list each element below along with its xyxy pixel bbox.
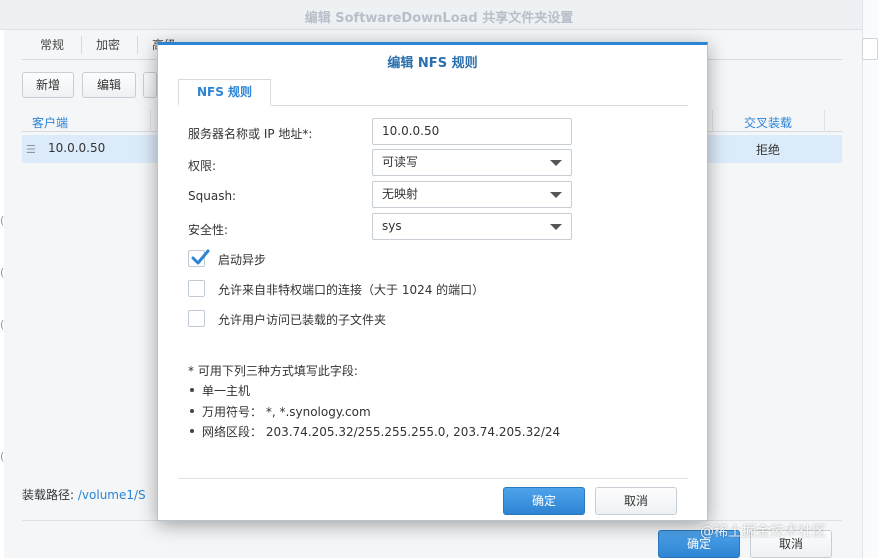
bullet-dot	[190, 388, 194, 392]
left-edge-glyph: (	[0, 318, 5, 331]
bullet-dot	[190, 409, 194, 413]
async-label: 启动异步	[218, 253, 267, 267]
add-button[interactable]: 新增	[22, 72, 74, 98]
subfolder-checkbox[interactable]	[188, 310, 205, 327]
checkmark-icon	[191, 249, 210, 265]
column-cross-mount[interactable]: 交叉装载	[744, 114, 792, 131]
security-label: 安全性:	[188, 223, 229, 237]
left-edge-glyph: (	[0, 450, 5, 463]
privilege-value: 可读写	[382, 155, 419, 169]
drag-handle-icon[interactable]: ☰	[26, 143, 36, 156]
dialog-tabbar: NFS 规则	[178, 79, 688, 106]
nonpriv-port-checkbox[interactable]	[188, 280, 205, 297]
squash-select[interactable]: 无映射	[372, 181, 572, 208]
hint-bullet-text: 网络区段： 203.74.205.32/255.255.255.0, 203.7…	[202, 425, 561, 439]
tab-separator	[137, 36, 138, 54]
left-edge-glyph: (	[0, 266, 5, 279]
hint-bullet: 万用符号： *, *.synology.com	[190, 403, 371, 420]
hint-bullet: 单一主机	[190, 382, 251, 399]
watermark: @稀土掘金技术社区	[700, 524, 826, 540]
toolbar-button-partial[interactable]	[143, 72, 157, 98]
cell-client: 10.0.0.50	[48, 141, 106, 155]
hint-bullet-text: 单一主机	[202, 384, 251, 398]
left-edge-glyph: (	[0, 214, 5, 227]
dialog-cancel-button[interactable]: 取消	[595, 487, 677, 515]
cell-cross-mount: 拒绝	[756, 143, 781, 157]
column-separator	[150, 110, 151, 132]
privilege-label: 权限:	[188, 159, 217, 173]
mount-path-label: 装载路径:	[22, 488, 75, 502]
nonpriv-port-label: 允许来自非特权端口的连接（大于 1024 的端口）	[218, 283, 485, 297]
privilege-select[interactable]: 可读写	[372, 149, 572, 176]
left-edge	[0, 30, 4, 558]
background-title: 编辑 SoftwareDownLoad 共享文件夹设置	[304, 11, 574, 26]
column-separator	[712, 110, 713, 132]
hint-bullet-text: 万用符号： *, *.synology.com	[202, 405, 371, 419]
dialog-title: 编辑 NFS 规则	[387, 56, 478, 71]
dialog-footer-divider	[178, 478, 688, 479]
column-client[interactable]: 客户端	[32, 114, 68, 131]
hint-bullet: 网络区段： 203.74.205.32/255.255.255.0, 203.7…	[190, 423, 561, 440]
chevron-down-icon	[550, 224, 562, 230]
subfolder-label: 允许用户访问已装载的子文件夹	[218, 313, 387, 327]
squash-value: 无映射	[382, 187, 419, 201]
async-checkbox[interactable]	[188, 249, 210, 267]
security-select[interactable]: sys	[372, 213, 572, 240]
right-edge	[862, 0, 878, 558]
tab-encryption[interactable]: 加密	[96, 36, 120, 53]
chevron-down-icon	[550, 160, 562, 166]
right-edge-button[interactable]	[862, 38, 878, 60]
chevron-down-icon	[550, 192, 562, 198]
security-value: sys	[382, 219, 402, 233]
mount-path-value: /volume1/S	[77, 488, 146, 502]
dialog-ok-button[interactable]: 确定	[503, 487, 585, 515]
squash-label: Squash:	[188, 189, 237, 203]
background-titlebar: 编辑 SoftwareDownLoad 共享文件夹设置	[0, 0, 878, 30]
host-label: 服务器名称或 IP 地址*:	[188, 127, 313, 141]
edit-nfs-rule-dialog: 编辑 NFS 规则 NFS 规则 服务器名称或 IP 地址*: 10.0.0.5…	[157, 42, 708, 521]
hint-note: * 可用下列三种方式填写此字段:	[188, 364, 358, 378]
bullet-dot	[190, 429, 194, 433]
edit-button[interactable]: 编辑	[82, 72, 136, 98]
tab-general[interactable]: 常规	[40, 36, 64, 53]
tab-nfs-rule[interactable]: NFS 规则	[178, 79, 271, 106]
host-input[interactable]: 10.0.0.50	[372, 118, 572, 145]
column-separator	[824, 110, 825, 132]
tab-separator	[81, 36, 82, 54]
